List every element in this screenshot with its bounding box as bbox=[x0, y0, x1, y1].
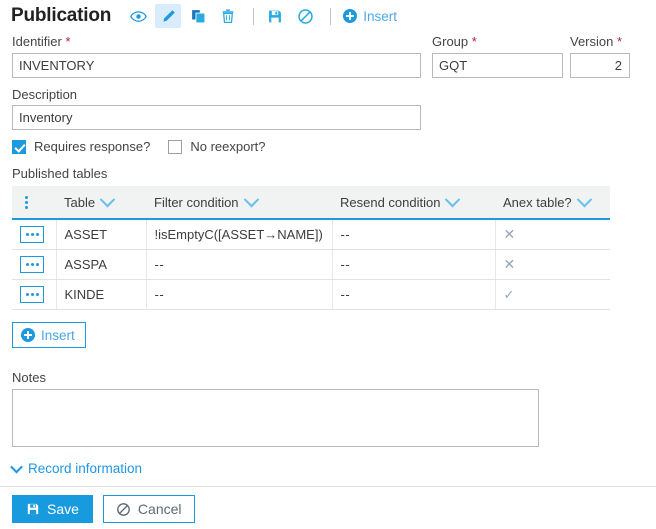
insert-row-button[interactable]: Insert bbox=[12, 322, 86, 348]
row-menu-cell bbox=[12, 249, 57, 280]
save-button-label: Save bbox=[47, 501, 79, 517]
column-header-anex-table[interactable]: Anex table? bbox=[495, 186, 610, 220]
group-label: Group * bbox=[432, 34, 563, 49]
insert-top-button[interactable]: Insert bbox=[343, 9, 397, 24]
cancel-icon bbox=[117, 502, 130, 516]
record-information-toggle[interactable]: Record information bbox=[10, 460, 656, 476]
row-actions-button[interactable] bbox=[20, 256, 44, 273]
notes-label: Notes bbox=[12, 370, 46, 385]
cell-anex-table: ✕ bbox=[495, 249, 610, 280]
column-header-filter-condition-label: Filter condition bbox=[154, 194, 239, 210]
cell-resend-condition: -- bbox=[332, 219, 496, 250]
cell-anex-table: ✕ bbox=[495, 219, 610, 250]
insert-top-label: Insert bbox=[363, 8, 397, 24]
view-icon[interactable] bbox=[125, 4, 151, 28]
footer-actions: Save Cancel bbox=[0, 495, 656, 523]
cell-resend-condition: -- bbox=[332, 279, 496, 310]
no-reexport-checkbox[interactable] bbox=[168, 139, 183, 154]
cell-filter-condition: -- bbox=[146, 249, 333, 280]
cancel-icon[interactable] bbox=[292, 4, 318, 28]
checkbox-row: Requires response? No reexport? bbox=[12, 139, 656, 154]
version-required-marker: * bbox=[617, 34, 623, 49]
chevron-down-icon[interactable] bbox=[243, 191, 259, 207]
table-row: KINDE -- -- ✓ bbox=[12, 279, 610, 310]
published-tables-grid: Table Filter condition Resend condition bbox=[12, 186, 610, 310]
group-label-text: Group bbox=[432, 34, 469, 49]
save-icon bbox=[27, 503, 39, 515]
no-reexport-label: No reexport? bbox=[190, 139, 266, 154]
version-label-text: Version bbox=[570, 34, 614, 49]
cell-table: KINDE bbox=[56, 279, 147, 310]
save-icon[interactable] bbox=[262, 4, 288, 28]
cancel-button-label: Cancel bbox=[137, 501, 182, 517]
row-actions-button[interactable] bbox=[20, 226, 44, 243]
group-required-marker: * bbox=[471, 34, 477, 49]
publication-form: Identifier * Group * Version * Descripti… bbox=[0, 30, 656, 476]
column-header-table[interactable]: Table bbox=[56, 186, 146, 220]
cell-resend-condition: -- bbox=[332, 249, 496, 280]
toolbar-divider-1 bbox=[253, 7, 255, 25]
identifier-group-version-labels: Identifier * Group * Version * bbox=[12, 34, 656, 52]
grid-header-row: Table Filter condition Resend condition bbox=[12, 186, 610, 220]
table-row: ASSET !isEmptyC([ASSET→NAME]) -- ✕ bbox=[12, 219, 610, 250]
row-menu-cell bbox=[12, 219, 57, 250]
row-actions-button[interactable] bbox=[20, 286, 44, 303]
column-header-resend-condition-label: Resend condition bbox=[340, 194, 441, 210]
identifier-group-version-inputs bbox=[12, 53, 656, 78]
version-label: Version * bbox=[570, 34, 630, 49]
delete-icon[interactable] bbox=[215, 4, 241, 28]
requires-response-checkbox[interactable] bbox=[12, 139, 26, 154]
identifier-label-text: Identifier bbox=[12, 34, 62, 49]
cell-table: ASSET bbox=[56, 219, 147, 250]
insert-row-wrap: Insert bbox=[12, 322, 656, 348]
page-title: Publication bbox=[11, 5, 112, 26]
description-field: Description bbox=[12, 87, 656, 130]
chevron-down-icon bbox=[10, 460, 23, 474]
row-menu-cell bbox=[12, 279, 57, 310]
insert-row-label: Insert bbox=[41, 327, 75, 343]
version-input[interactable] bbox=[570, 53, 630, 78]
description-label: Description bbox=[12, 87, 78, 102]
description-input[interactable] bbox=[12, 105, 421, 130]
grid-options-icon[interactable] bbox=[20, 195, 32, 209]
footer-divider bbox=[0, 486, 656, 487]
edit-icon[interactable] bbox=[155, 4, 182, 28]
cell-filter-condition: !isEmptyC([ASSET→NAME]) bbox=[146, 219, 333, 250]
table-row: ASSPA -- -- ✕ bbox=[12, 249, 610, 280]
cross-icon: ✕ bbox=[503, 256, 516, 272]
record-information-label: Record information bbox=[28, 461, 143, 476]
check-icon: ✓ bbox=[503, 287, 515, 302]
cross-icon: ✕ bbox=[503, 226, 516, 242]
column-header-resend-condition[interactable]: Resend condition bbox=[332, 186, 495, 220]
cancel-button[interactable]: Cancel bbox=[102, 495, 195, 523]
chevron-down-icon[interactable] bbox=[99, 191, 116, 207]
identifier-input[interactable] bbox=[12, 53, 421, 78]
toolbar-divider-2 bbox=[330, 7, 332, 25]
plus-circle-icon bbox=[343, 9, 358, 23]
cell-anex-table: ✓ bbox=[495, 279, 610, 310]
save-button[interactable]: Save bbox=[12, 495, 93, 523]
notes-textarea[interactable] bbox=[12, 389, 539, 447]
copy-icon[interactable] bbox=[185, 4, 211, 28]
chevron-down-icon[interactable] bbox=[576, 191, 592, 207]
column-header-table-label: Table bbox=[64, 194, 96, 210]
group-input[interactable] bbox=[432, 53, 563, 78]
plus-circle-icon bbox=[21, 328, 35, 342]
published-tables-label: Published tables bbox=[12, 166, 108, 181]
cell-filter-condition: -- bbox=[146, 279, 333, 310]
page-header: Publication Insert bbox=[0, 0, 656, 30]
column-header-filter-condition[interactable]: Filter condition bbox=[146, 186, 332, 220]
requires-response-label: Requires response? bbox=[34, 139, 151, 154]
column-header-anex-table-label: Anex table? bbox=[503, 194, 572, 210]
identifier-required-marker: * bbox=[65, 34, 71, 49]
cell-table: ASSPA bbox=[56, 249, 147, 280]
identifier-label: Identifier * bbox=[12, 34, 421, 49]
chevron-down-icon[interactable] bbox=[445, 191, 461, 207]
grid-options-header[interactable] bbox=[12, 186, 56, 220]
